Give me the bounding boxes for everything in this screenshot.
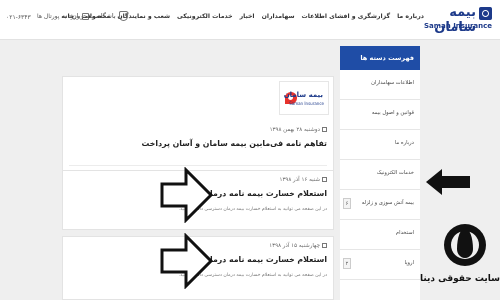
post-date-text: شنبه ۱۶ آذر ۱۳۹۸ (279, 177, 320, 183)
thumbnail-logo-text: بیمه سامان (283, 91, 323, 99)
thumbnail-logo-english: Saman Insurance (289, 101, 324, 106)
sidebar-title: فهرست دسته ها (340, 46, 420, 70)
saman-logo-icon (479, 7, 492, 20)
sidebar-item-count: ۲ (343, 258, 351, 269)
customer-club-label: باشگاه مشتریان (72, 12, 116, 20)
post-date: شنبه ۱۶ آذر ۱۳۹۸ (279, 177, 327, 183)
sidebar-item-label: اروپا (404, 260, 414, 266)
nav-e-services[interactable]: خدمات الکترونیکی (177, 13, 233, 20)
post-title[interactable]: تفاهم نامه فی‌مابین بیمه سامان و آسان پر… (142, 139, 327, 148)
sidebar-item-europe[interactable]: اروپا ۲ (340, 250, 420, 280)
watermark-text: سایت حقوقی دینا (419, 274, 500, 284)
nav-reports[interactable]: گزارشگری و افشای اطلاعات (302, 13, 391, 20)
post-date-text: چهارشنبه ۱۵ آذر ۱۳۹۸ (269, 243, 320, 249)
logo-english-text: Saman Insurance (424, 22, 492, 30)
dina-watermark: سایت حقوقی دینا (419, 222, 500, 300)
nav-news[interactable]: اخبار (240, 13, 255, 20)
sidebar-item-label: خدمات الکترونیک (376, 170, 414, 176)
sidebar-item-label: قوانین و اصول بیمه (371, 110, 414, 116)
calendar-icon (322, 127, 327, 132)
site-header: بیمه سامان Saman Insurance خانه محصولات … (0, 0, 500, 40)
right-arrow-annotation (160, 233, 214, 289)
post-date: چهارشنبه ۱۵ آذر ۱۳۹۸ (269, 243, 327, 249)
sidebar-item-fire-earthquake[interactable]: بیمه آتش سوزی و زلزله ۶ (340, 190, 420, 220)
post-thumbnail[interactable]: بیمه سامان Saman Insurance (279, 81, 329, 115)
divider (69, 165, 327, 166)
right-arrow-annotation (160, 167, 214, 223)
nav-about[interactable]: درباره ما (397, 13, 424, 20)
saman-logo[interactable]: بیمه سامان Saman Insurance (424, 5, 492, 35)
left-arrow-annotation (426, 169, 470, 195)
calendar-icon (322, 243, 327, 248)
post-title[interactable]: استعلام خسارت بیمه نامه درمان (203, 255, 327, 264)
post-date: دوشنبه ۲۸ بهمن ۱۳۹۸ (270, 127, 327, 133)
shield-icon (118, 11, 128, 21)
nav-shareholders[interactable]: سهامداران (262, 13, 295, 20)
sidebar-item-label: اطلاعات سهامداران (371, 80, 414, 86)
phone-number[interactable]: ۰۲۱-۶۳۴۳ (6, 14, 31, 21)
logo-text: بیمه سامان (434, 5, 476, 35)
sidebar-item-shareholders-info[interactable]: اطلاعات سهامداران (340, 70, 420, 100)
sidebar-item-insurance-rules[interactable]: قوانین و اصول بیمه (340, 100, 420, 130)
sidebar-item-employment[interactable]: استخدام (340, 220, 420, 250)
sidebar-item-label: بیمه آتش سوزی و زلزله (361, 200, 414, 206)
category-sidebar: فهرست دسته ها اطلاعات سهامداران قوانین و… (340, 46, 420, 300)
sidebar-item-label: استخدام (395, 230, 414, 236)
sidebar-item-e-services[interactable]: خدمات الکترونیک (340, 160, 420, 190)
post-title[interactable]: استعلام خسارت بیمه نامه درمان (203, 189, 327, 198)
sidebar-item-label: درباره ما (394, 140, 414, 146)
post-date-text: دوشنبه ۲۸ بهمن ۱۳۹۸ (269, 127, 320, 133)
calendar-icon (322, 177, 327, 182)
sidebar-item-about[interactable]: درباره ما (340, 130, 420, 160)
sidebar-item-count: ۶ (343, 198, 351, 209)
customer-club-link[interactable]: باشگاه مشتریان (72, 11, 128, 21)
